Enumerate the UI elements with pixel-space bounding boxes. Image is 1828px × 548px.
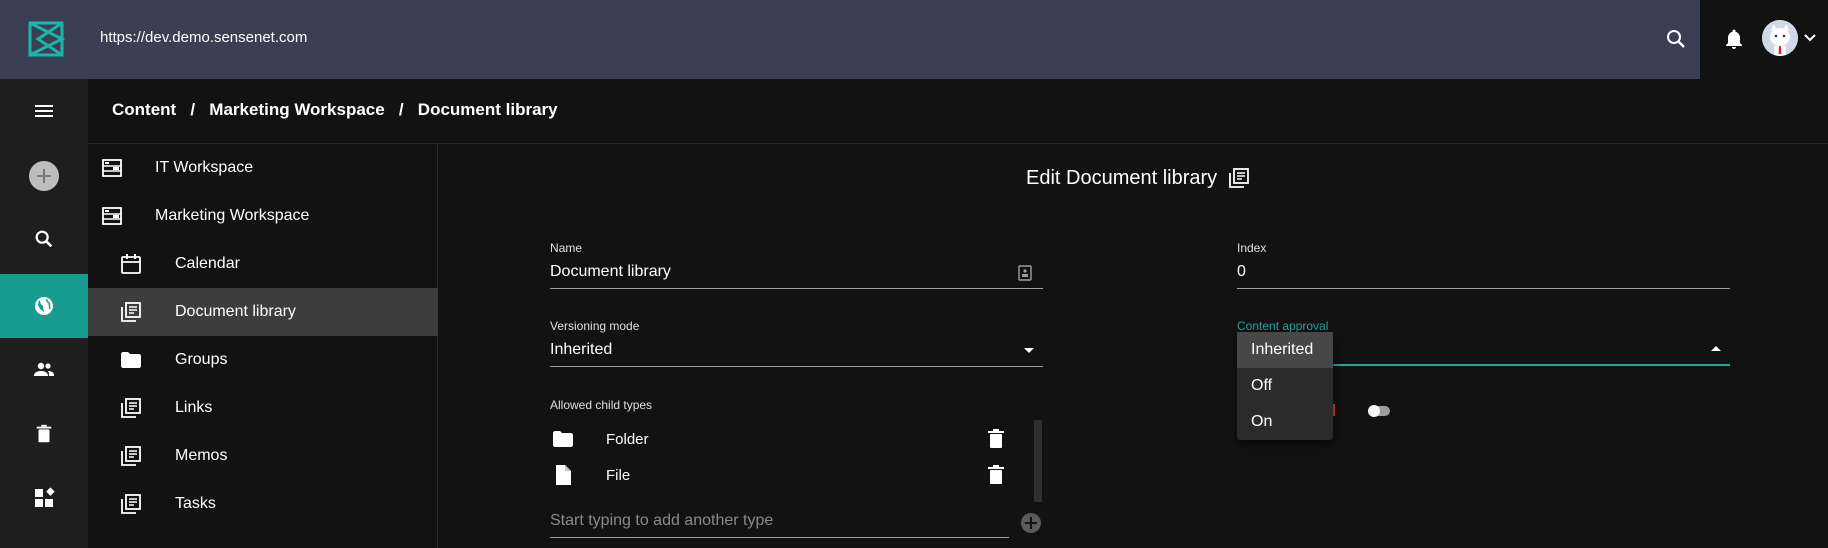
- name-field-label: Name: [550, 241, 583, 255]
- breadcrumb: Content / Marketing Workspace / Document…: [112, 100, 558, 120]
- search-icon: [35, 230, 53, 248]
- content-tree: IT Workspace Marketing Workspace Calenda…: [88, 144, 438, 548]
- widgets-icon: [35, 487, 55, 507]
- search-nav-button[interactable]: [0, 207, 88, 271]
- tree-item-calendar[interactable]: Calendar: [88, 240, 438, 288]
- cat-avatar-icon: [1762, 20, 1798, 56]
- contact-card-icon[interactable]: [1018, 265, 1032, 281]
- widgets-nav-button[interactable]: [0, 466, 88, 530]
- toggle-knob: [1368, 405, 1380, 417]
- tree-item-label: Links: [175, 399, 213, 416]
- index-field-underline: [1237, 288, 1730, 289]
- library-icon: [121, 494, 141, 514]
- child-types-scrollbar[interactable]: [1034, 420, 1042, 502]
- add-type-input[interactable]: Start typing to add another type: [550, 512, 773, 530]
- form-title-text: Edit Document library: [1026, 166, 1218, 189]
- name-field[interactable]: Document library: [550, 263, 671, 281]
- tree-item-label: Memos: [175, 447, 228, 464]
- tree-item-label: Calendar: [175, 255, 240, 272]
- page-title: Edit Document library: [1026, 166, 1251, 190]
- content-approval-menu: Inherited Off On: [1237, 332, 1333, 440]
- tree-item-it-workspace[interactable]: IT Workspace: [88, 144, 438, 192]
- breadcrumb-item[interactable]: Content: [112, 100, 176, 120]
- versioning-mode-select[interactable]: Inherited: [550, 341, 612, 359]
- library-icon: [121, 446, 141, 466]
- dropdown-arrow-icon[interactable]: [1022, 345, 1036, 355]
- add-button[interactable]: [0, 144, 88, 208]
- add-type-underline: [550, 537, 1009, 538]
- library-icon: [121, 398, 141, 418]
- index-field-label: Index: [1237, 241, 1267, 255]
- calendar-icon: [121, 254, 141, 274]
- allowed-child-types-label: Allowed child types: [550, 398, 653, 412]
- menu-item-on[interactable]: On: [1237, 404, 1333, 440]
- chevron-down-icon[interactable]: [1800, 28, 1820, 48]
- file-icon: [556, 465, 571, 485]
- bell-icon[interactable]: [1722, 27, 1746, 51]
- menu-item-inherited[interactable]: Inherited: [1237, 332, 1333, 368]
- user-avatar[interactable]: [1762, 20, 1798, 56]
- trash-nav-button[interactable]: [0, 402, 88, 466]
- folder-icon: [553, 431, 573, 447]
- toggle-switch[interactable]: [1368, 405, 1390, 417]
- breadcrumb-separator: [176, 100, 190, 120]
- content-approval-label: Content approval: [1237, 319, 1329, 333]
- menu-icon: [35, 105, 53, 117]
- tree-item-groups[interactable]: Groups: [88, 336, 438, 384]
- tree-item-links[interactable]: Links: [88, 384, 438, 432]
- tree-item-tasks[interactable]: Tasks: [88, 480, 438, 528]
- workspace-icon: [102, 207, 122, 225]
- tree-item-document-library[interactable]: Document library: [88, 288, 438, 336]
- breadcrumb-item[interactable]: Marketing Workspace: [209, 100, 384, 120]
- folder-icon: [121, 352, 141, 368]
- dropdown-arrow-up-icon[interactable]: [1709, 344, 1723, 354]
- child-type-label: Folder: [606, 430, 649, 448]
- breadcrumb-gap: [195, 100, 209, 120]
- breadcrumb-item[interactable]: Document library: [418, 100, 558, 120]
- content-nav-button[interactable]: [0, 274, 88, 338]
- delete-icon[interactable]: [984, 427, 1008, 451]
- versioning-mode-label: Versioning mode: [550, 319, 640, 333]
- sensenet-logo-icon[interactable]: [26, 19, 66, 59]
- tree-item-label: Document library: [175, 303, 296, 320]
- menu-button[interactable]: [0, 79, 88, 143]
- index-field[interactable]: 0: [1237, 263, 1246, 281]
- add-icon: [29, 161, 59, 191]
- library-icon: [1229, 168, 1250, 188]
- delete-icon[interactable]: [984, 463, 1008, 487]
- tree-item-label: Marketing Workspace: [155, 207, 310, 224]
- workspace-icon: [102, 159, 122, 177]
- tree-item-marketing-workspace[interactable]: Marketing Workspace: [88, 192, 438, 240]
- users-icon: [34, 362, 54, 376]
- child-type-label: File: [606, 466, 631, 484]
- breadcrumb-gap: [404, 100, 418, 120]
- tree-item-label: Groups: [175, 351, 228, 368]
- left-navigation-rail: [0, 79, 88, 548]
- users-nav-button[interactable]: [0, 337, 88, 401]
- versioning-mode-underline: [550, 366, 1043, 367]
- user-area: [1700, 0, 1828, 79]
- site-url[interactable]: https://dev.demo.sensenet.com: [100, 29, 307, 46]
- tree-item-memos[interactable]: Memos: [88, 432, 438, 480]
- globe-icon: [35, 297, 53, 315]
- list-item: Folder: [548, 421, 1008, 457]
- tree-item-label: IT Workspace: [155, 159, 254, 176]
- library-icon: [121, 302, 141, 322]
- menu-item-off[interactable]: Off: [1237, 368, 1333, 404]
- list-item: File: [548, 457, 1008, 493]
- name-field-underline: [550, 288, 1043, 289]
- trash-icon: [36, 424, 52, 443]
- add-circle-icon[interactable]: [1020, 512, 1042, 534]
- search-icon[interactable]: [1664, 27, 1688, 51]
- breadcrumb-separator: [385, 100, 399, 120]
- top-app-bar: https://dev.demo.sensenet.com: [0, 0, 1700, 79]
- tree-item-label: Tasks: [175, 495, 216, 512]
